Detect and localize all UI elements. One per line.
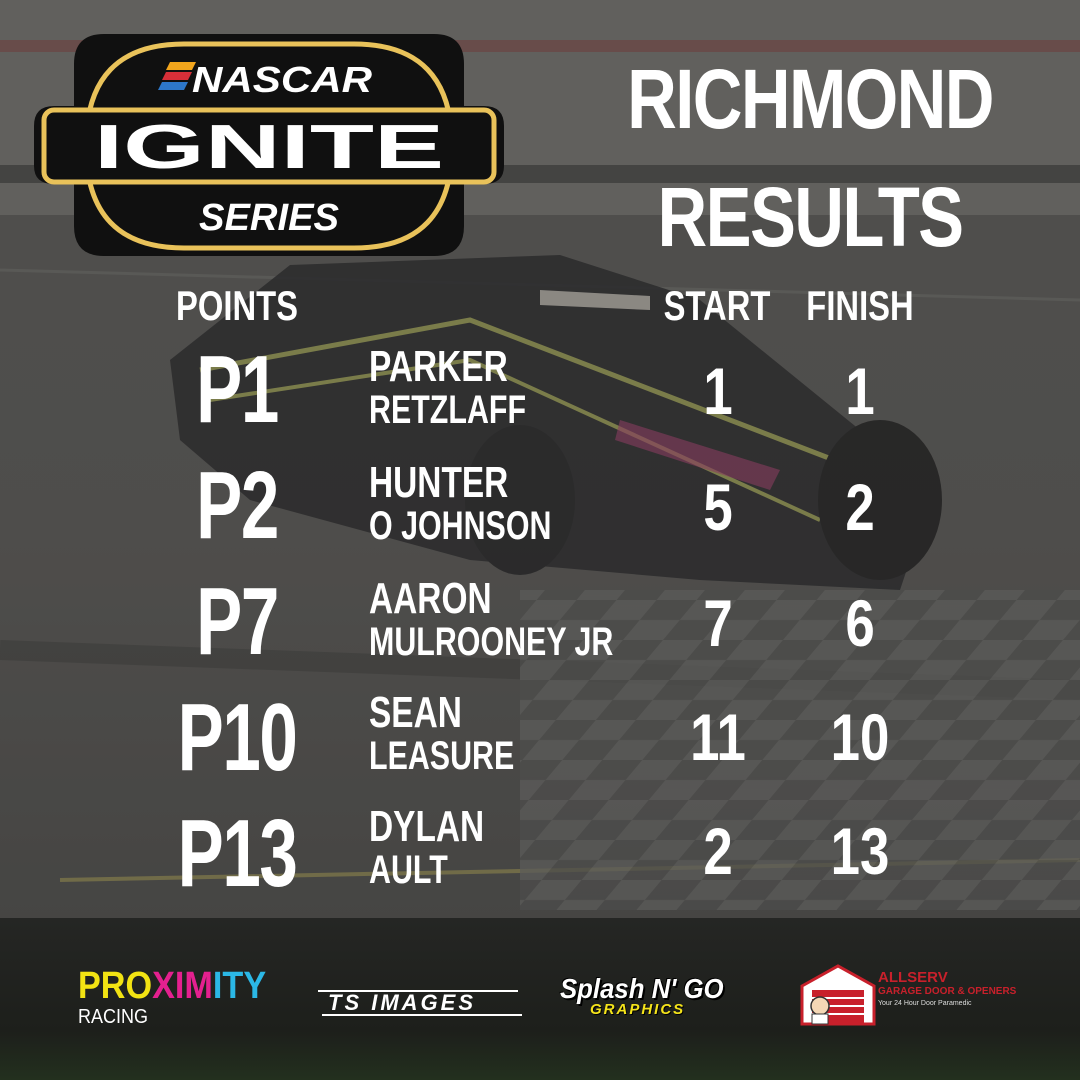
proximity-racing-text: RACING (78, 1006, 149, 1028)
proximity-pro: PRO (78, 965, 153, 1007)
title-line-2: RESULTS (657, 170, 965, 264)
finish-position: 13 (830, 814, 890, 888)
driver-first-name: DYLAN (369, 802, 485, 851)
nascar-wordmark: NASCAR (192, 59, 372, 100)
start-position: 11 (690, 700, 746, 774)
start-position: 2 (703, 814, 733, 888)
driver-last-name: O JOHNSON (369, 504, 552, 548)
points-position: P13 (177, 800, 298, 907)
sponsor-bar: PROXIMITY RACING TS IMAGES Splash N' GO … (0, 918, 1080, 1080)
start-position: 7 (703, 586, 733, 660)
proximity-xim: XIM (152, 965, 213, 1007)
points-position: P10 (177, 684, 298, 791)
ts-images-logo: TS IMAGES (318, 984, 522, 1016)
ignite-wordmark: IGNITE (94, 113, 444, 182)
title-line-1: RICHMOND (627, 52, 994, 146)
allserv-tagline: Your 24 Hour Door Paramedic (878, 1000, 972, 1007)
splash-main-text: Splash N' GO (560, 973, 724, 1004)
driver-last-name: RETZLAFF (369, 388, 527, 432)
allserv-subtitle: GARAGE DOOR & OPENERS (878, 986, 1017, 997)
finish-position: 10 (830, 700, 890, 774)
allserv-name: ALLSERV (878, 969, 948, 986)
start-position: 1 (703, 354, 733, 428)
start-position: 5 (703, 470, 733, 544)
series-wordmark: SERIES (199, 197, 339, 239)
driver-last-name: AULT (369, 848, 448, 892)
driver-name: HUNTER O JOHNSON (369, 458, 552, 548)
finish-position: 2 (845, 470, 875, 544)
proximity-ity: ITY (212, 965, 267, 1007)
allserv-logo: ALLSERV GARAGE DOOR & OPENERS Your 24 Ho… (800, 964, 1016, 1034)
proximity-racing-logo: PROXIMITY RACING (78, 966, 288, 1028)
points-position: P2 (196, 452, 279, 559)
page-title: RICHMOND RESULTS (605, 40, 1015, 276)
splash-n-go-logo: Splash N' GO GRAPHICS (560, 974, 760, 1024)
driver-first-name: AARON (369, 574, 492, 623)
finish-position: 6 (845, 586, 875, 660)
driver-name: SEAN LEASURE (369, 688, 515, 778)
finish-header: FINISH (806, 282, 914, 329)
points-header: POINTS (176, 282, 298, 329)
splash-graphics-text: GRAPHICS (590, 1001, 686, 1018)
garage-door-icon (800, 964, 876, 1026)
driver-last-name: LEASURE (369, 734, 515, 778)
start-header: START (663, 282, 771, 329)
driver-name: DYLAN AULT (369, 802, 485, 892)
points-position: P1 (196, 336, 279, 443)
driver-last-name: MULROONEY JR (369, 620, 614, 664)
finish-position: 1 (845, 354, 875, 428)
ts-images-text: TS IMAGES (328, 990, 477, 1015)
points-position: P7 (196, 568, 279, 675)
driver-first-name: SEAN (369, 688, 462, 737)
driver-name: PARKER RETZLAFF (369, 342, 527, 432)
driver-name: AARON MULROONEY JR (369, 574, 614, 664)
driver-first-name: HUNTER (369, 458, 509, 507)
nascar-ignite-series-logo: NASCAR IGNITE SERIES (34, 34, 504, 256)
driver-first-name: PARKER (369, 342, 508, 391)
